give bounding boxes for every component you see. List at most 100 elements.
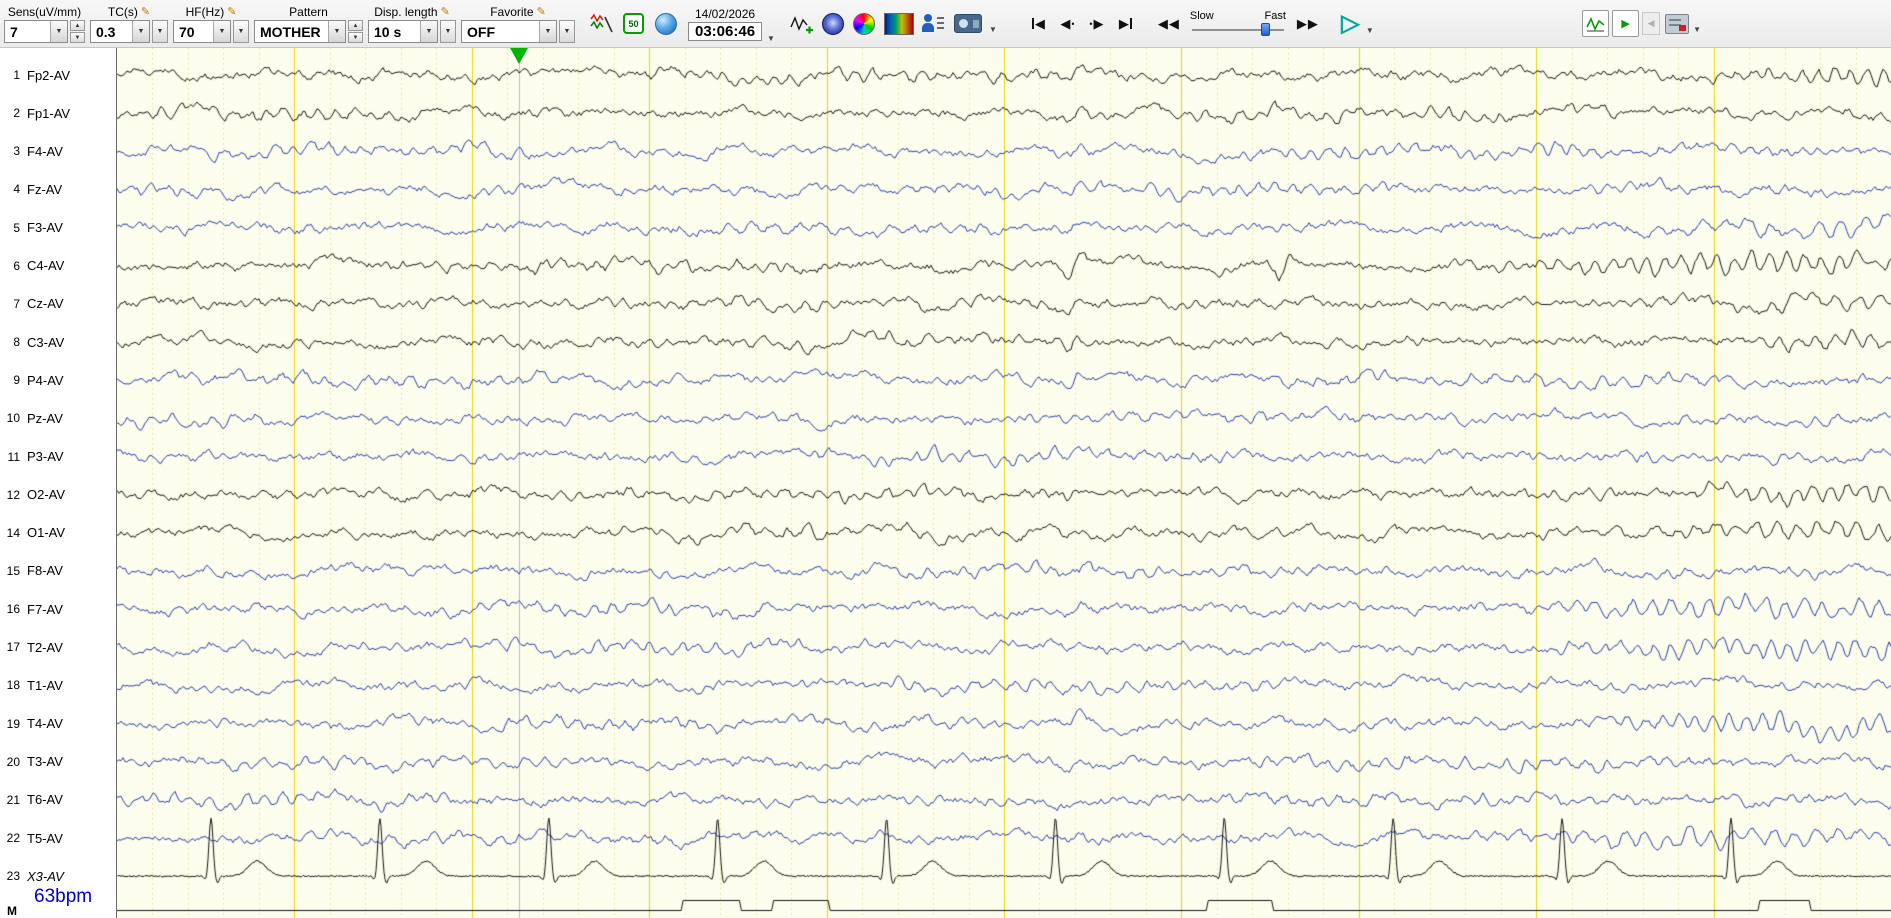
- sensitivity-value: 7: [10, 23, 18, 40]
- pattern-down-button[interactable]: ▼: [348, 32, 363, 43]
- channel-row[interactable]: 4 Fz-AV: [0, 180, 116, 198]
- speed-track[interactable]: [1190, 22, 1286, 37]
- chevron-down-icon[interactable]: ▼: [50, 21, 67, 42]
- channel-row[interactable]: 8 C3-AV: [0, 333, 116, 351]
- hf-down-button[interactable]: ▼: [233, 20, 249, 43]
- pattern-up-button[interactable]: ▲: [348, 20, 363, 31]
- heart-rate-value: 63bpm: [34, 886, 93, 907]
- overflow-menu-icon[interactable]: ▼: [1366, 26, 1374, 35]
- notch-filter-50hz-icon[interactable]: 50: [620, 10, 647, 38]
- tc-combo[interactable]: 0.3 ▼: [90, 20, 150, 43]
- channel-row[interactable]: 5 F3-AV: [0, 219, 116, 237]
- globe-icon[interactable]: [652, 10, 679, 38]
- channel-row[interactable]: 18 T1-AV: [0, 676, 116, 694]
- channel-row[interactable]: 11 P3-AV: [0, 448, 116, 466]
- fast-label: Fast: [1264, 10, 1286, 22]
- sensitivity-down-button[interactable]: ▼: [70, 32, 85, 43]
- display-length-combo[interactable]: 10 s ▼: [368, 20, 438, 43]
- channel-number: 23: [6, 869, 20, 884]
- bar-icon: [1129, 18, 1132, 29]
- speed-handle[interactable]: [1260, 23, 1270, 36]
- channel-row[interactable]: 21 T6-AV: [0, 791, 116, 809]
- channel-label: T4-AV: [27, 716, 63, 732]
- video-icon[interactable]: [951, 10, 985, 38]
- display-length-control: Disp. length ✎ 10 s ▼ ▼: [368, 1, 456, 47]
- chevron-down-icon[interactable]: ▼: [420, 21, 437, 42]
- fast-forward-button[interactable]: ▶ ▶: [1294, 9, 1321, 39]
- favorite-control: Favorite ✎ OFF ▼ ▼: [461, 1, 575, 47]
- sensitivity-up-button[interactable]: ▲: [70, 20, 85, 31]
- overflow-menu-icon[interactable]: ▼: [989, 25, 997, 34]
- channel-row[interactable]: 14 O1-AV: [0, 524, 116, 542]
- eeg-plot-area[interactable]: [117, 48, 1891, 918]
- waveform-add-icon[interactable]: [789, 10, 816, 38]
- play-icon: ▶: [1621, 18, 1630, 30]
- chevron-down-icon[interactable]: ▼: [328, 21, 345, 42]
- step-forward-button[interactable]: • ▶: [1083, 9, 1110, 39]
- channel-row[interactable]: 1 Fp2-AV: [0, 66, 116, 84]
- trend-waveform-icon[interactable]: [1582, 10, 1610, 37]
- overflow-menu-icon[interactable]: ▼: [1693, 25, 1701, 34]
- head-topomap-icon[interactable]: [820, 10, 847, 38]
- channel-row[interactable]: 10 Pz-AV: [0, 409, 116, 427]
- hf-combo[interactable]: 70 ▼: [173, 20, 231, 43]
- chevron-down-icon[interactable]: ▼: [213, 21, 230, 42]
- edit-icon[interactable]: ✎: [141, 6, 150, 18]
- rewind-button[interactable]: ◀ ◀: [1155, 9, 1182, 39]
- chevron-down-icon[interactable]: ▼: [539, 21, 556, 42]
- play-button[interactable]: ▷: [1337, 9, 1364, 39]
- channel-row[interactable]: 12 O2-AV: [0, 486, 116, 504]
- pattern-control: Pattern MOTHER ▼ ▲ ▼: [254, 1, 363, 47]
- color-map-icon[interactable]: [851, 10, 878, 38]
- channel-number: 1: [13, 68, 20, 82]
- cursor-marker-icon[interactable]: [509, 48, 528, 64]
- channel-number: 5: [13, 220, 20, 235]
- channel-row[interactable]: 19 T4-AV: [0, 715, 116, 733]
- eeg-canvas[interactable]: [117, 48, 1891, 918]
- hf-control: HF(Hz) ✎ 70 ▼ ▼: [173, 1, 249, 47]
- hf-label: HF(Hz): [185, 5, 225, 19]
- skip-to-end-button[interactable]: ▶: [1112, 9, 1139, 39]
- right-arrow-icon: ▶: [1118, 15, 1129, 31]
- channel-label: O2-AV: [27, 487, 66, 503]
- step-back-button[interactable]: ◀ •: [1054, 9, 1081, 39]
- montage-icon[interactable]: [588, 10, 615, 38]
- channel-row[interactable]: 20 T3-AV: [0, 753, 116, 771]
- channel-row[interactable]: 2 Fp1-AV: [0, 104, 116, 122]
- edit-icon[interactable]: ✎: [537, 6, 546, 18]
- pattern-combo[interactable]: MOTHER ▼: [254, 20, 346, 43]
- channel-label: T2-AV: [27, 639, 63, 655]
- auto-play-button[interactable]: ▶: [1612, 10, 1640, 37]
- dot-icon: •: [1089, 18, 1093, 29]
- edit-icon[interactable]: ✎: [441, 6, 450, 18]
- channel-row[interactable]: 22 T5-AV: [0, 829, 116, 847]
- speed-slider[interactable]: Slow Fast: [1190, 10, 1286, 37]
- channel-row[interactable]: 23 X3-AV: [0, 867, 116, 885]
- channel-row[interactable]: 16 F7-AV: [0, 600, 116, 618]
- channel-label: P3-AV: [27, 449, 64, 464]
- tc-down-button[interactable]: ▼: [152, 20, 168, 43]
- left-arrow-icon: ◀: [1157, 15, 1168, 31]
- tc-label: TC(s): [107, 5, 138, 19]
- favorite-down-button[interactable]: ▼: [559, 20, 575, 43]
- electrode-box-icon[interactable]: [1663, 10, 1690, 38]
- channel-row[interactable]: 7 Cz-AV: [0, 295, 116, 313]
- right-arrow-icon: ▶: [1296, 15, 1307, 31]
- patient-info-icon[interactable]: [920, 10, 947, 38]
- channel-row[interactable]: 3 F4-AV: [0, 142, 116, 160]
- chevron-down-icon[interactable]: ▼: [132, 21, 149, 42]
- overflow-menu-icon[interactable]: ▼: [767, 34, 775, 43]
- sensitivity-combo[interactable]: 7 ▼: [4, 20, 68, 43]
- left-arrow-icon: ◀: [1647, 18, 1655, 28]
- edit-icon[interactable]: ✎: [227, 6, 236, 18]
- channel-row[interactable]: 9 P4-AV: [0, 371, 116, 389]
- page-back-button-disabled[interactable]: ◀: [1642, 12, 1661, 35]
- right-toolbar-cluster: ▶ ◀ ▼: [1582, 10, 1702, 38]
- favorite-combo[interactable]: OFF ▼: [461, 20, 557, 43]
- display-length-down-button[interactable]: ▼: [440, 20, 456, 43]
- spectrogram-icon[interactable]: [882, 10, 916, 38]
- channel-row[interactable]: 17 T2-AV: [0, 638, 116, 656]
- channel-row[interactable]: 15 F8-AV: [0, 562, 116, 580]
- channel-row[interactable]: 6 C4-AV: [0, 257, 116, 275]
- skip-to-start-button[interactable]: ◀: [1025, 9, 1052, 39]
